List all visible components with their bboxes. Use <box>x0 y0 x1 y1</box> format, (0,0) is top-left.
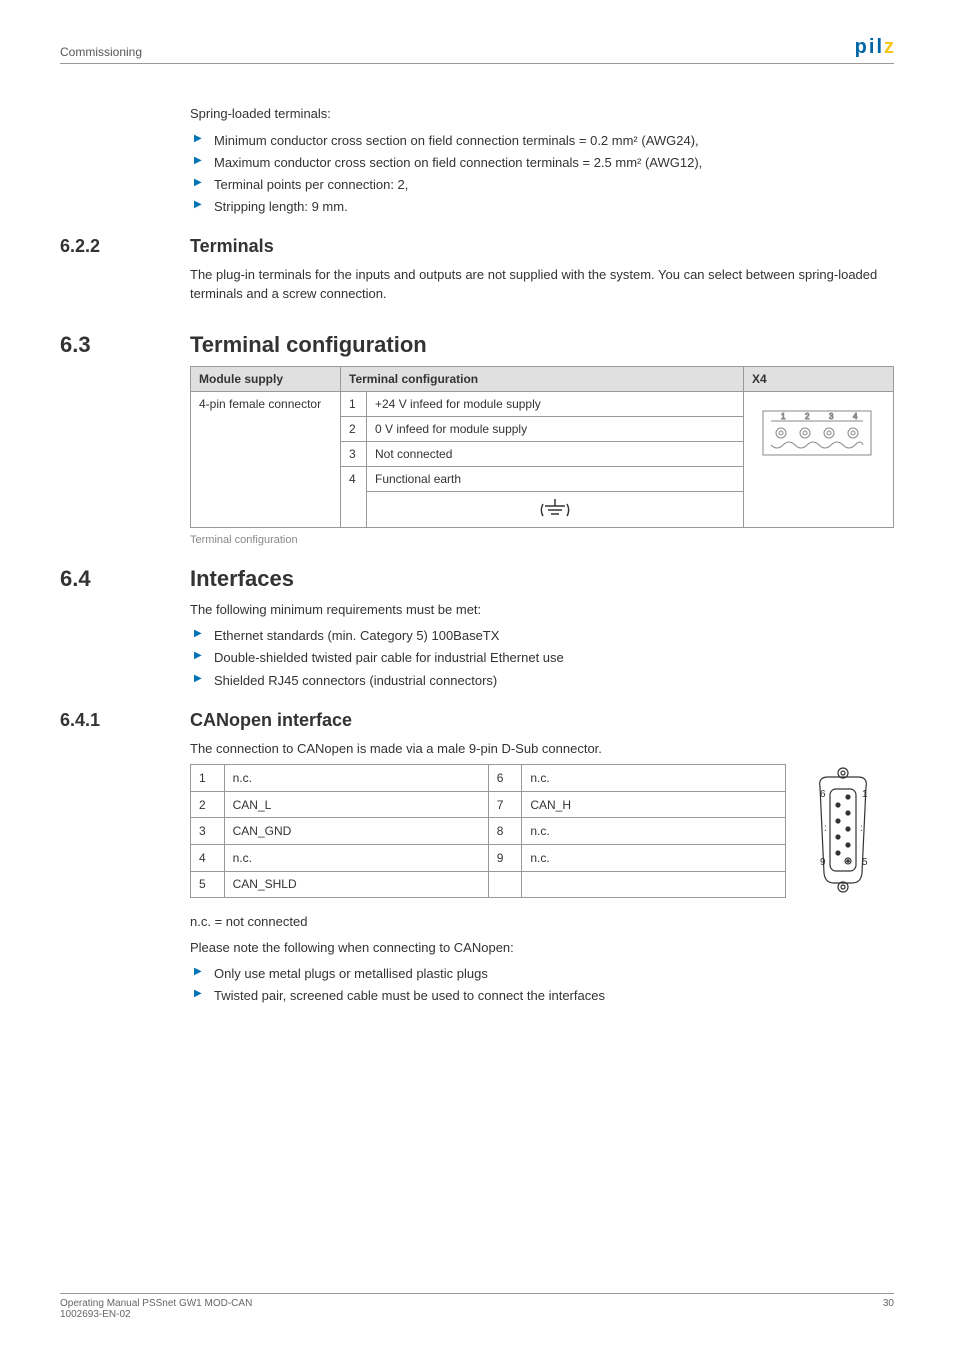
cell-n: 1 <box>341 391 367 416</box>
pin-num: 5 <box>191 871 225 898</box>
pin-num: 3 <box>191 818 225 845</box>
s64-item: Shielded RJ45 connectors (industrial con… <box>190 670 894 692</box>
page-footer: Operating Manual PSSnet GW1 MOD-CAN 1002… <box>60 1293 894 1320</box>
section-num: 6.4 <box>60 566 190 592</box>
terminal-config-caption: Terminal configuration <box>190 534 894 546</box>
intro-lead: Spring-loaded terminals: <box>190 104 894 124</box>
pin-name: CAN_SHLD <box>224 871 488 898</box>
th-terminal-config: Terminal configuration <box>341 366 744 391</box>
pin-num: 7 <box>488 791 522 818</box>
intro-item: Maximum conductor cross section on field… <box>190 152 894 174</box>
cell-desc: +24 V infeed for module supply <box>367 391 744 416</box>
svg-text:3: 3 <box>829 412 834 421</box>
pin-num: 4 <box>191 844 225 871</box>
cell-desc: Functional earth <box>367 466 744 491</box>
nc-note: n.c. = not connected <box>190 912 894 932</box>
footer-page-number: 30 <box>883 1298 894 1320</box>
section-title: Terminal configuration <box>190 332 427 358</box>
pin-name: n.c. <box>522 844 786 871</box>
svg-text::: : <box>824 823 827 834</box>
functional-earth-icon <box>540 497 570 519</box>
intro-item: Minimum conductor cross section on field… <box>190 130 894 152</box>
pilz-logo: p i l z <box>855 36 894 59</box>
pin-name <box>522 871 786 898</box>
cell-desc: Not connected <box>367 441 744 466</box>
cell-n: 3 <box>341 441 367 466</box>
pin-name: n.c. <box>522 818 786 845</box>
pin-name: n.c. <box>224 844 488 871</box>
cell-n: 2 <box>341 416 367 441</box>
pin-num: 8 <box>488 818 522 845</box>
s64-item: Double-shielded twisted pair cable for i… <box>190 647 894 669</box>
pin-name: CAN_L <box>224 791 488 818</box>
section-title: Terminals <box>190 236 274 257</box>
terminal-config-table: Module supply Terminal configuration X4 … <box>190 366 894 528</box>
section-title: Interfaces <box>190 566 294 592</box>
pin-num <box>488 871 522 898</box>
s641-lead: The connection to CANopen is made via a … <box>190 739 894 759</box>
section-641-body: The connection to CANopen is made via a … <box>60 739 894 1008</box>
s64-item: Ethernet standards (min. Category 5) 100… <box>190 625 894 647</box>
intro-block: Spring-loaded terminals: Minimum conduct… <box>60 104 894 218</box>
section-622-body: The plug-in terminals for the inputs and… <box>60 265 894 304</box>
section-num: 6.4.1 <box>60 710 190 731</box>
svg-text:4: 4 <box>853 412 858 421</box>
intro-item: Stripping length: 9 mm. <box>190 196 894 218</box>
section-63-heading: 6.3 Terminal configuration <box>60 332 894 358</box>
s64-list: Ethernet standards (min. Category 5) 100… <box>190 625 894 691</box>
logo-letter-p: p <box>855 36 867 59</box>
cell-desc: 0 V infeed for module supply <box>367 416 744 441</box>
page-header: Commissioning p i l z <box>60 36 894 64</box>
svg-text::: : <box>860 823 863 834</box>
section-622-heading: 6.2.2 Terminals <box>60 236 894 257</box>
intro-item: Terminal points per connection: 2, <box>190 174 894 196</box>
section-num: 6.2.2 <box>60 236 190 257</box>
logo-letter-z: z <box>884 36 894 59</box>
dsub9-icon: 6 1 9 5 : : <box>808 765 878 895</box>
intro-list: Minimum conductor cross section on field… <box>190 130 894 218</box>
section-64-body: The following minimum requirements must … <box>60 600 894 692</box>
s641-lead2: Please note the following when connectin… <box>190 938 894 958</box>
s641-list2: Only use metal plugs or metallised plast… <box>190 963 894 1007</box>
dsub-label-1: 1 <box>862 789 868 800</box>
section-num: 6.3 <box>60 332 190 358</box>
svg-text:2: 2 <box>805 412 810 421</box>
x4-diagram-cell: 1 2 3 4 <box>744 391 894 527</box>
pin-name: n.c. <box>224 765 488 792</box>
dsub-label-6: 6 <box>820 789 826 800</box>
functional-earth-icon-cell <box>367 491 744 527</box>
canopen-pin-table: 1 n.c. 6 n.c. <box>190 764 894 898</box>
x4-connector-icon: 1 2 3 4 <box>752 397 882 463</box>
dsub-label-9: 9 <box>820 857 826 868</box>
pin-name: n.c. <box>522 765 786 792</box>
s64-lead: The following minimum requirements must … <box>190 600 894 620</box>
row-label: 4-pin female connector <box>191 391 341 527</box>
s641-item2: Twisted pair, screened cable must be use… <box>190 985 894 1007</box>
section-63-body: Module supply Terminal configuration X4 … <box>60 366 894 546</box>
svg-text:1: 1 <box>781 412 786 421</box>
section-64-heading: 6.4 Interfaces <box>60 566 894 592</box>
dsub-label-5: 5 <box>862 857 868 868</box>
s641-item2: Only use metal plugs or metallised plast… <box>190 963 894 985</box>
section-622-text: The plug-in terminals for the inputs and… <box>190 265 894 304</box>
pin-num: 2 <box>191 791 225 818</box>
pin-num: 6 <box>488 765 522 792</box>
pin-name: CAN_H <box>522 791 786 818</box>
pin-num: 1 <box>191 765 225 792</box>
cell-n: 4 <box>341 466 367 527</box>
section-641-heading: 6.4.1 CANopen interface <box>60 710 894 731</box>
footer-left-line1: Operating Manual PSSnet GW1 MOD-CAN <box>60 1298 252 1309</box>
footer-left-line2: 1002693-EN-02 <box>60 1309 252 1320</box>
pin-num: 9 <box>488 844 522 871</box>
pin-name: CAN_GND <box>224 818 488 845</box>
footer-left: Operating Manual PSSnet GW1 MOD-CAN 1002… <box>60 1298 252 1320</box>
header-left: Commissioning <box>60 45 142 59</box>
logo-letter-l: l <box>876 36 882 59</box>
section-title: CANopen interface <box>190 710 352 731</box>
th-x4: X4 <box>744 366 894 391</box>
logo-letter-i: i <box>869 36 875 59</box>
dsub-diagram-cell: 6 1 9 5 : : <box>786 765 894 898</box>
th-module-supply: Module supply <box>191 366 341 391</box>
